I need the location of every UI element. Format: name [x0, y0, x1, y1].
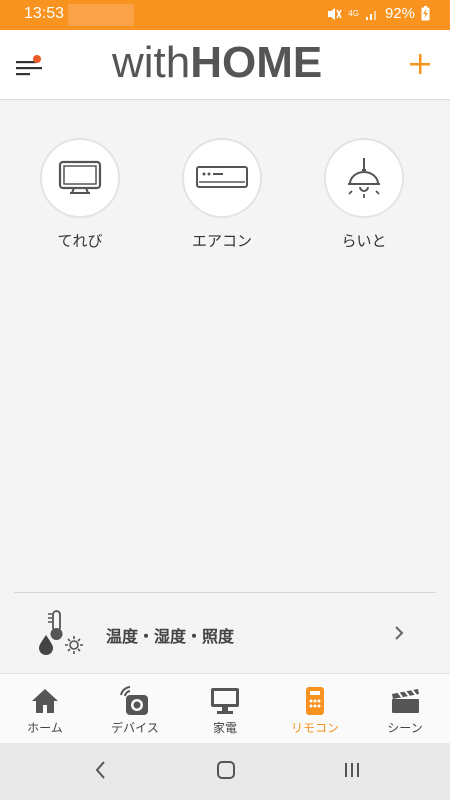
recent-apps-icon[interactable] [343, 759, 361, 781]
tab-label: シーン [387, 721, 423, 735]
device-label: てれび [57, 232, 103, 250]
device-light-circle[interactable] [324, 138, 404, 218]
tab-label: ホーム [27, 721, 63, 735]
tab-remote[interactable]: リモコン [270, 674, 360, 744]
redacted-area [68, 4, 134, 26]
air-conditioner-icon [196, 166, 248, 188]
battery-charging-icon [421, 6, 430, 21]
tab-label: リモコン [290, 721, 339, 735]
sensor-label: 温度・湿度・照度 [106, 627, 235, 646]
home-icon [32, 689, 58, 713]
status-time: 13:53 [24, 5, 65, 22]
menu-icon [16, 61, 42, 76]
tab-device[interactable]: デバイス [90, 674, 180, 744]
device-label: エアコン [191, 232, 252, 250]
menu-button[interactable] [14, 54, 46, 80]
device-tv[interactable]: てれび [30, 138, 130, 251]
device-light[interactable]: らいと [314, 138, 414, 251]
tab-appliance[interactable]: 家電 [180, 674, 270, 744]
device-air-conditioner-circle[interactable] [182, 138, 262, 218]
logo-home: HOME [190, 38, 323, 87]
ceiling-light-icon [348, 158, 380, 198]
system-navigation-bar [0, 743, 450, 800]
device-air-conditioner[interactable]: エアコン [172, 138, 272, 251]
notification-badge [33, 55, 41, 63]
app-header: withHOME [0, 30, 450, 100]
status-bar: 13:53 4G 92% [0, 0, 450, 30]
tab-home[interactable]: ホーム [0, 674, 90, 744]
signal-icon [365, 10, 376, 20]
status-icons: 4G 92% [326, 5, 430, 22]
device-icon [120, 686, 148, 715]
remote-icon [306, 687, 324, 715]
scene-clapper-icon [392, 689, 419, 713]
device-tv-circle[interactable] [40, 138, 120, 218]
tv-icon [58, 160, 102, 194]
monitor-icon [211, 688, 239, 714]
temperature-humidity-light-icon [39, 610, 83, 655]
bottom-tab-bar: ホーム デバイス 家電 リモコン シーン [0, 673, 450, 743]
tab-scene[interactable]: シーン [360, 674, 450, 744]
app-logo: withHOME [112, 40, 322, 86]
add-button[interactable] [408, 52, 432, 76]
chevron-right-icon [395, 626, 404, 640]
plus-icon [410, 54, 430, 74]
battery-percent: 92% [384, 5, 415, 22]
device-label: らいと [341, 232, 387, 250]
back-icon[interactable] [93, 759, 107, 781]
network-type: 4G [348, 8, 359, 18]
logo-with: with [112, 38, 191, 87]
tab-label: 家電 [212, 721, 237, 735]
mute-icon [328, 7, 342, 20]
home-nav-icon[interactable] [216, 759, 236, 781]
sensor-row[interactable]: 温度・湿度・照度 [0, 593, 450, 673]
tab-label: デバイス [111, 721, 159, 735]
